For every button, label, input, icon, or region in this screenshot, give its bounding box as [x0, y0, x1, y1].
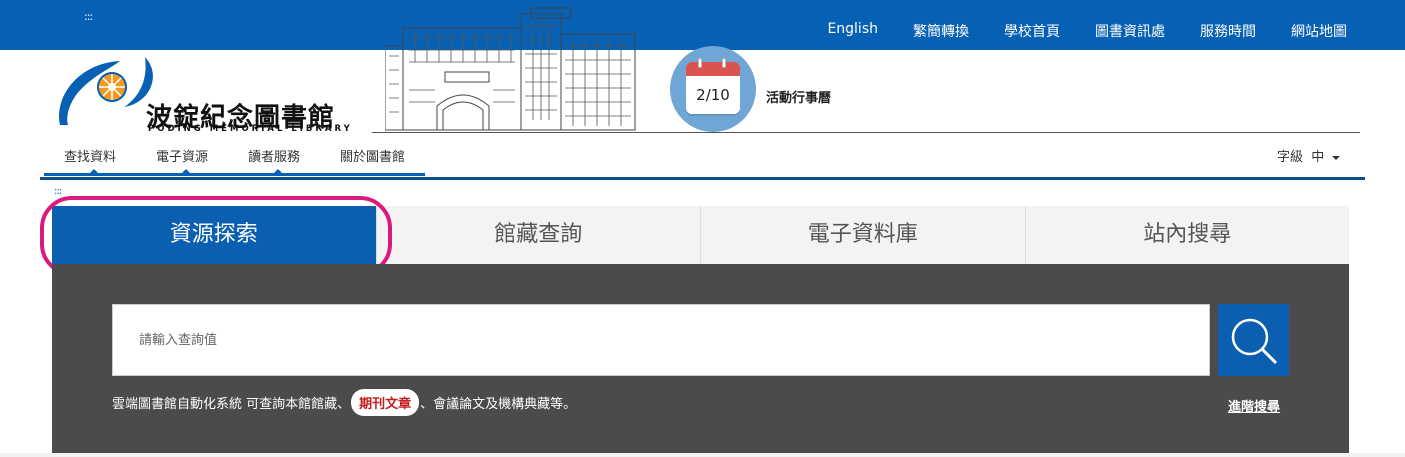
- nav-pointer: [274, 169, 283, 173]
- top-nav-english[interactable]: English: [827, 21, 878, 41]
- library-building-illustration: [385, 7, 636, 131]
- tab-label: 電子資料庫: [807, 222, 918, 247]
- tab-catalog-search[interactable]: 館藏查詢: [375, 206, 700, 264]
- font-size-value: 中: [1311, 150, 1325, 165]
- logo-subtitle: PODING MEMORIAL LIBRARY: [148, 124, 353, 134]
- logo-emblem-icon: [59, 57, 153, 125]
- journal-articles-badge: 期刊文章: [351, 388, 420, 416]
- main-nav-about[interactable]: 關於圖書館: [320, 146, 426, 176]
- top-nav-service-hours[interactable]: 服務時間: [1200, 21, 1256, 41]
- font-size-label: 字級: [1277, 150, 1304, 165]
- nav-pointer: [90, 169, 98, 173]
- top-nav-library-info[interactable]: 圖書資訊處: [1095, 21, 1165, 41]
- nav-underline: [136, 173, 229, 176]
- main-nav-e-resources[interactable]: 電子資源: [136, 146, 229, 176]
- main-nav-label: 電子資源: [156, 150, 209, 165]
- main-nav-label: 關於圖書館: [340, 150, 406, 165]
- description-text: 雲端圖書館自動化系統 可查詢本館館藏、: [112, 396, 351, 412]
- top-nav-school-home[interactable]: 學校首頁: [1004, 21, 1060, 41]
- advanced-search-link[interactable]: 進階搜尋: [1228, 396, 1280, 415]
- library-logo[interactable]: 波錠紀念圖書館 PODING MEMORIAL LIBRARY: [50, 55, 362, 135]
- font-size-selector[interactable]: 字級 中: [1253, 146, 1365, 177]
- skip-link-content[interactable]: :::: [54, 186, 62, 197]
- search-description: 雲端圖書館自動化系統 可查詢本館館藏、 期刊文章 、會議論文及機構典藏等。: [112, 388, 576, 416]
- search-button[interactable]: [1218, 304, 1289, 376]
- tab-site-search[interactable]: 站內搜尋: [1024, 206, 1349, 264]
- nav-pointer: [182, 169, 191, 173]
- main-nav-label: 讀者服務: [248, 150, 301, 165]
- main-nav-find-resources[interactable]: 查找資料: [44, 146, 137, 176]
- skip-link-top[interactable]: :::: [84, 10, 93, 23]
- calendar-label[interactable]: 活動行事曆: [766, 87, 831, 106]
- main-nav: 查找資料 電子資源 讀者服務 關於圖書館: [44, 146, 426, 176]
- tab-label: 站內搜尋: [1143, 222, 1232, 247]
- caret-down-icon: [1332, 155, 1341, 160]
- calendar-ring-right: [722, 58, 726, 68]
- tab-e-database[interactable]: 電子資料庫: [700, 206, 1025, 264]
- main-nav-reader-services[interactable]: 讀者服務: [228, 146, 321, 176]
- top-bar: ::: English 繁簡轉換 學校首頁 圖書資訊處 服務時間 網站地圖: [0, 0, 1405, 50]
- tab-label: 館藏查詢: [494, 222, 583, 247]
- calendar-ring-left: [698, 58, 702, 68]
- calendar-header: [686, 62, 740, 76]
- nav-underline: [228, 173, 321, 176]
- description-text-end: 、會議論文及機構典藏等。: [420, 396, 577, 412]
- calendar-date: 2/10: [696, 86, 730, 104]
- calendar-icon[interactable]: 2/10: [686, 58, 740, 114]
- top-nav-sitemap[interactable]: 網站地圖: [1291, 21, 1347, 41]
- nav-divider: [40, 177, 1365, 180]
- top-nav-convert[interactable]: 繁簡轉換: [913, 21, 969, 41]
- page-bottom-strip: [0, 453, 1405, 457]
- header-divider: [372, 132, 1360, 133]
- search-icon: [1231, 318, 1278, 365]
- top-nav: English 繁簡轉換 學校首頁 圖書資訊處 服務時間 網站地圖: [792, 21, 1347, 41]
- nav-underline: [44, 173, 137, 176]
- main-nav-label: 查找資料: [64, 150, 117, 165]
- search-input[interactable]: [112, 304, 1210, 376]
- nav-underline: [320, 173, 426, 176]
